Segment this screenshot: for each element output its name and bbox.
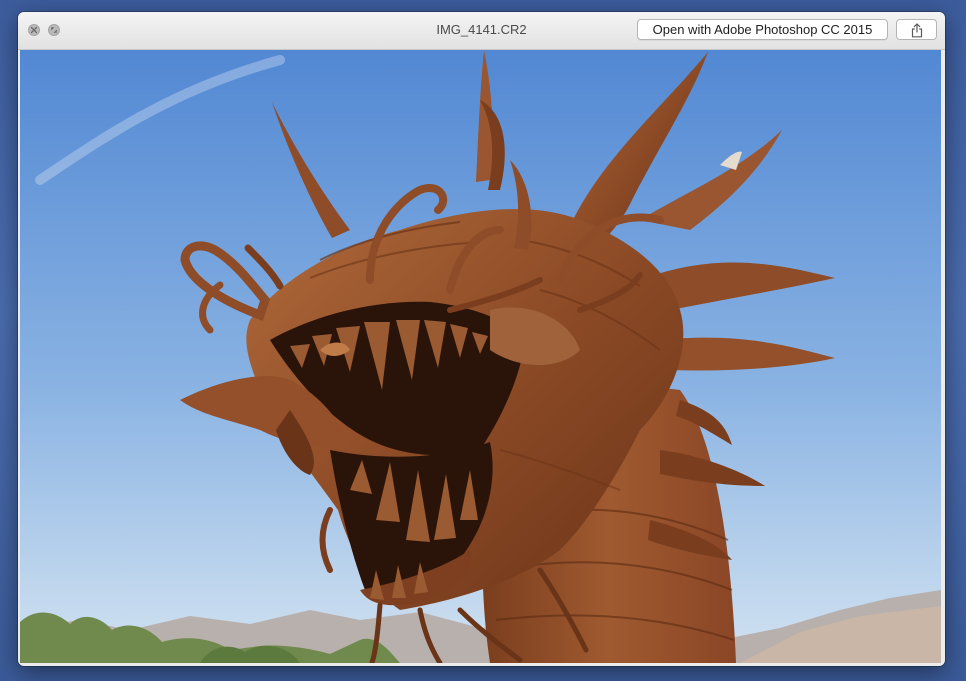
open-with-photoshop-button[interactable]: Open with Adobe Photoshop CC 2015	[637, 19, 888, 40]
share-icon	[911, 23, 922, 38]
share-button[interactable]	[896, 19, 937, 40]
photo-serpent-sculpture	[20, 50, 941, 663]
quicklook-window: IMG_4141.CR2 Open with Adobe Photoshop C…	[18, 12, 945, 666]
fullscreen-icon	[51, 27, 57, 33]
image-preview	[20, 50, 941, 663]
close-button[interactable]	[28, 24, 40, 36]
close-icon	[30, 26, 38, 34]
fullscreen-button[interactable]	[48, 24, 60, 36]
titlebar[interactable]: IMG_4141.CR2 Open with Adobe Photoshop C…	[18, 12, 945, 50]
